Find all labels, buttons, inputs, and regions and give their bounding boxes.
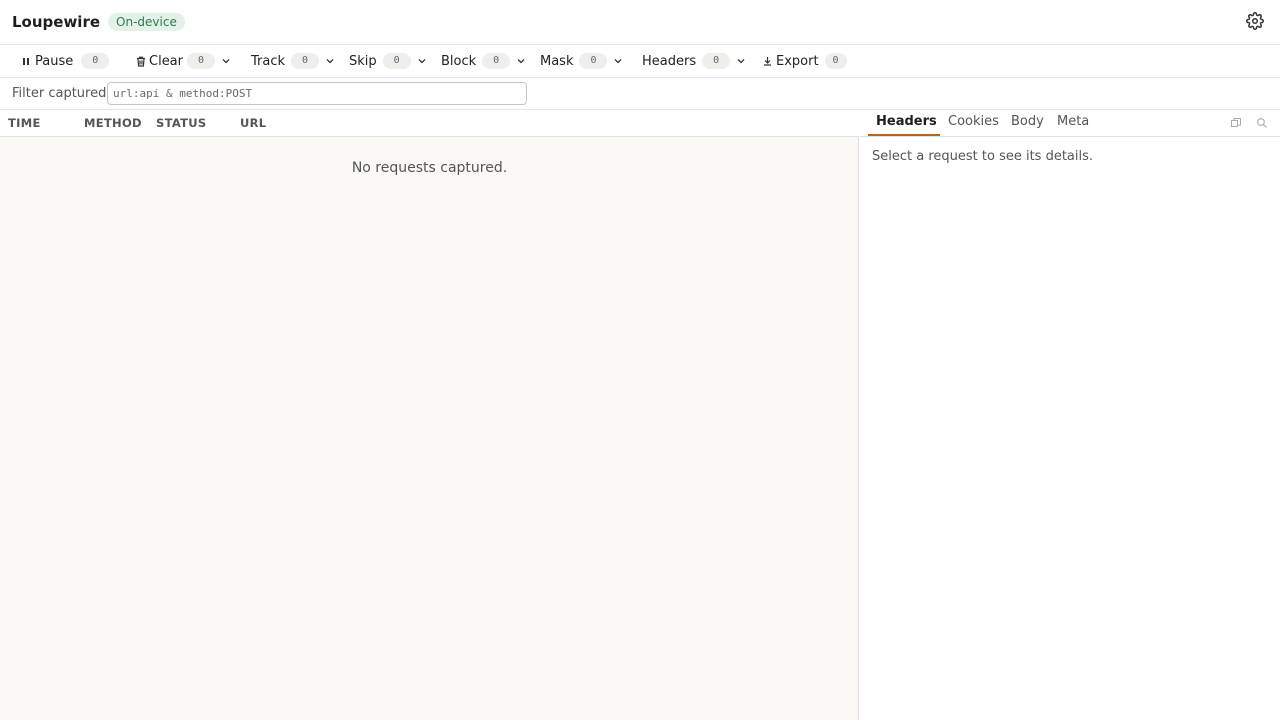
headers-count: 0: [702, 53, 731, 69]
chevron-down-icon[interactable]: [325, 56, 335, 66]
details-panel: Headers Cookies Body Meta Select a reque…: [860, 110, 1280, 720]
pause-label: Pause: [35, 53, 74, 69]
tab-cookies[interactable]: Cookies: [948, 114, 999, 129]
app-title: Loupewire: [12, 13, 101, 31]
mask-button[interactable]: Mask 0: [540, 45, 623, 77]
tab-meta[interactable]: Meta: [1057, 114, 1089, 129]
chevron-down-icon[interactable]: [417, 56, 427, 66]
filter-input[interactable]: [107, 82, 527, 105]
copy-icon[interactable]: [1230, 117, 1242, 129]
tab-body[interactable]: Body: [1011, 114, 1044, 129]
column-header-status[interactable]: STATUS: [156, 116, 207, 130]
pause-button[interactable]: Pause 0: [22, 45, 110, 77]
active-tab-indicator: [868, 134, 940, 136]
skip-label: Skip: [349, 53, 377, 69]
export-label: Export: [776, 53, 819, 69]
column-header-time[interactable]: TIME: [8, 116, 41, 130]
empty-state-message: No requests captured.: [351, 160, 508, 176]
capture-toolbar: Pause 0 Clear 0 Track 0 Skip 0 Block 0 M: [0, 45, 1280, 78]
headers-label: Headers: [642, 53, 697, 69]
chevron-down-icon[interactable]: [613, 56, 623, 66]
filter-label: Filter captured: [12, 86, 107, 101]
pause-count: 0: [81, 53, 110, 69]
track-count: 0: [291, 53, 320, 69]
export-count: 0: [824, 53, 847, 69]
track-button[interactable]: Track 0: [251, 45, 335, 77]
clear-label: Clear: [149, 53, 183, 69]
skip-button[interactable]: Skip 0: [349, 45, 427, 77]
block-count: 0: [482, 53, 511, 69]
column-header-url[interactable]: URL: [240, 116, 266, 130]
block-button[interactable]: Block 0: [441, 45, 526, 77]
mask-label: Mask: [540, 53, 574, 69]
track-label: Track: [251, 53, 286, 69]
clear-button[interactable]: Clear 0: [136, 45, 231, 77]
chevron-down-icon[interactable]: [516, 56, 526, 66]
search-icon[interactable]: [1256, 117, 1268, 129]
request-table-header: TIME METHOD STATUS URL: [0, 110, 859, 137]
clear-count: 0: [187, 53, 215, 69]
mask-count: 0: [579, 53, 608, 69]
headers-button[interactable]: Headers 0: [642, 45, 746, 77]
column-header-method[interactable]: METHOD: [84, 116, 142, 130]
block-label: Block: [441, 53, 477, 69]
app-header: Loupewire On-device: [0, 0, 1280, 45]
details-empty-message: Select a request to see its details.: [872, 149, 1094, 164]
download-icon: [763, 56, 772, 66]
chevron-down-icon[interactable]: [736, 56, 746, 66]
export-button[interactable]: Export 0: [763, 45, 847, 77]
skip-count: 0: [382, 53, 411, 69]
filter-bar: Filter captured: [0, 78, 1280, 110]
trash-icon: [136, 56, 146, 67]
on-device-badge: On-device: [108, 13, 185, 31]
pause-icon: [22, 57, 30, 66]
chevron-down-icon[interactable]: [221, 56, 231, 66]
tab-headers[interactable]: Headers: [876, 114, 937, 129]
request-list-panel: TIME METHOD STATUS URL No requests captu…: [0, 110, 859, 720]
gear-icon[interactable]: [1246, 12, 1264, 30]
details-tabs: Headers Cookies Body Meta: [860, 110, 1280, 137]
